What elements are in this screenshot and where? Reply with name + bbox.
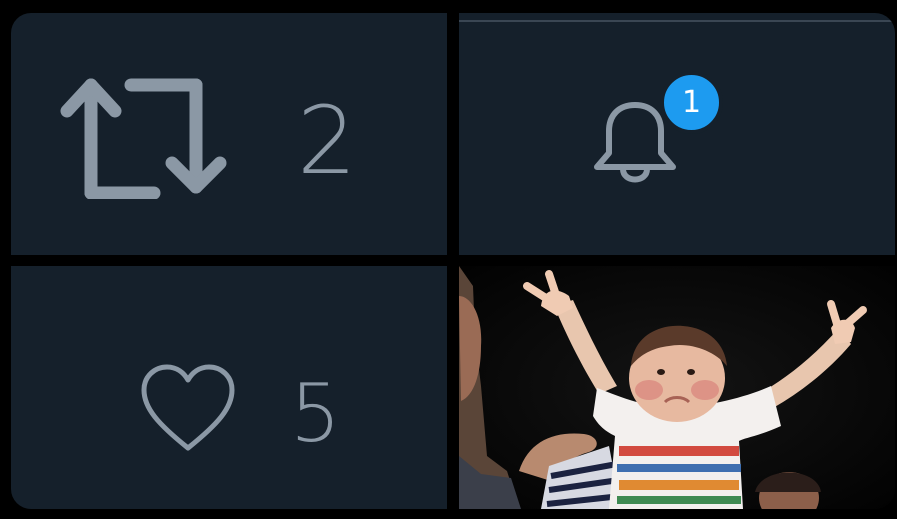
retweet-panel[interactable]: 2 <box>11 13 447 255</box>
notification-badge: 1 <box>660 71 723 134</box>
notifications-panel[interactable]: 1 <box>459 13 895 255</box>
retweet-count: 2 <box>297 87 357 196</box>
like-count: 5 <box>290 367 341 460</box>
meme-photo-panel <box>459 266 895 509</box>
meme-photo <box>459 266 895 509</box>
like-panel[interactable]: 5 <box>11 266 447 509</box>
retweet-icon[interactable] <box>59 75 229 199</box>
divider <box>459 20 895 22</box>
heart-icon[interactable] <box>138 362 238 452</box>
